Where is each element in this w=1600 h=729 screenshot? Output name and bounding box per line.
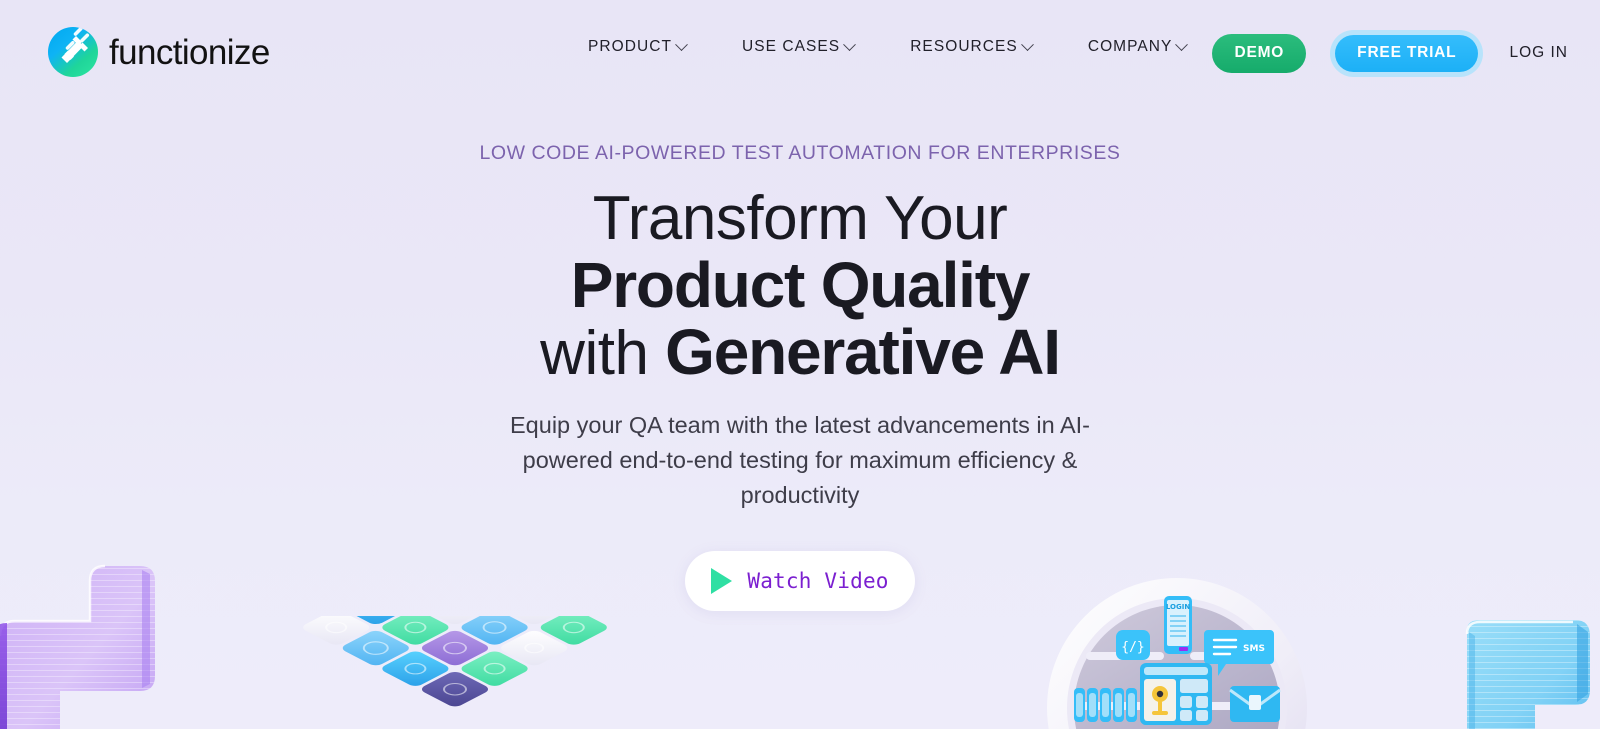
watch-video-label: Watch Video	[747, 569, 889, 593]
hero-section: LOW CODE AI-POWERED TEST AUTOMATION FOR …	[0, 0, 1600, 729]
chevron-down-icon	[1175, 37, 1189, 51]
nav-label-use-cases: USE CASES	[742, 38, 841, 55]
circular-test-dial-graphic: {/} LOGIN SMS	[1042, 578, 1312, 729]
nav-item-company[interactable]: COMPANY	[1060, 37, 1215, 56]
nav-label-product: PRODUCT	[588, 38, 672, 55]
headline-line-2: Product Quality	[570, 248, 1031, 321]
headline-line-3: with Generative AI	[0, 315, 1600, 388]
svg-text:LOGIN: LOGIN	[1166, 603, 1191, 611]
brand-name: functionize	[109, 32, 270, 72]
free-trial-halo: FREE TRIAL	[1330, 30, 1484, 77]
demo-button[interactable]: DEMO	[1212, 34, 1307, 73]
headline-line-1: Transform Your	[592, 184, 1008, 253]
chevron-down-icon	[1020, 37, 1034, 51]
watch-video-button[interactable]: Watch Video	[685, 551, 915, 611]
play-icon	[711, 568, 733, 594]
login-link[interactable]: LOG IN	[1509, 44, 1568, 62]
headline-line-3-bold: Generative AI	[665, 315, 1061, 388]
nav-item-product[interactable]: PRODUCT	[560, 37, 714, 56]
headline-line-3-light: with	[540, 318, 666, 388]
nav-label-company: COMPANY	[1087, 38, 1173, 55]
functionize-logo-icon	[48, 27, 98, 77]
free-trial-button[interactable]: FREE TRIAL	[1335, 35, 1479, 72]
isometric-tile-grid-graphic	[290, 548, 620, 729]
svg-text:SMS: SMS	[1243, 644, 1265, 654]
brand-logo[interactable]: functionize	[48, 27, 270, 77]
chevron-down-icon	[843, 37, 857, 51]
site-header: functionize PRODUCT USE CASES RESOURCES …	[0, 0, 1600, 105]
chevron-down-icon	[675, 37, 688, 51]
watch-video-wrapper: Watch Video	[685, 551, 915, 611]
purple-puzzle-block-graphic	[0, 556, 290, 729]
nav-item-resources[interactable]: RESOURCES	[882, 37, 1060, 56]
header-actions: DEMO FREE TRIAL LOG IN	[1212, 30, 1568, 77]
blue-puzzle-block-graphic	[1425, 620, 1600, 729]
hero-subheadline: Equip your QA team with the latest advan…	[510, 412, 1090, 508]
hero-eyebrow: LOW CODE AI-POWERED TEST AUTOMATION FOR …	[479, 142, 1121, 164]
hero-headline: Transform Your Product Quality with Gene…	[0, 184, 1600, 388]
svg-text:{/}: {/}	[1121, 640, 1144, 655]
nav-label-resources: RESOURCES	[910, 38, 1018, 55]
nav-item-use-cases[interactable]: USE CASES	[714, 37, 882, 56]
main-navigation: PRODUCT USE CASES RESOURCES COMPANY	[560, 37, 1215, 56]
